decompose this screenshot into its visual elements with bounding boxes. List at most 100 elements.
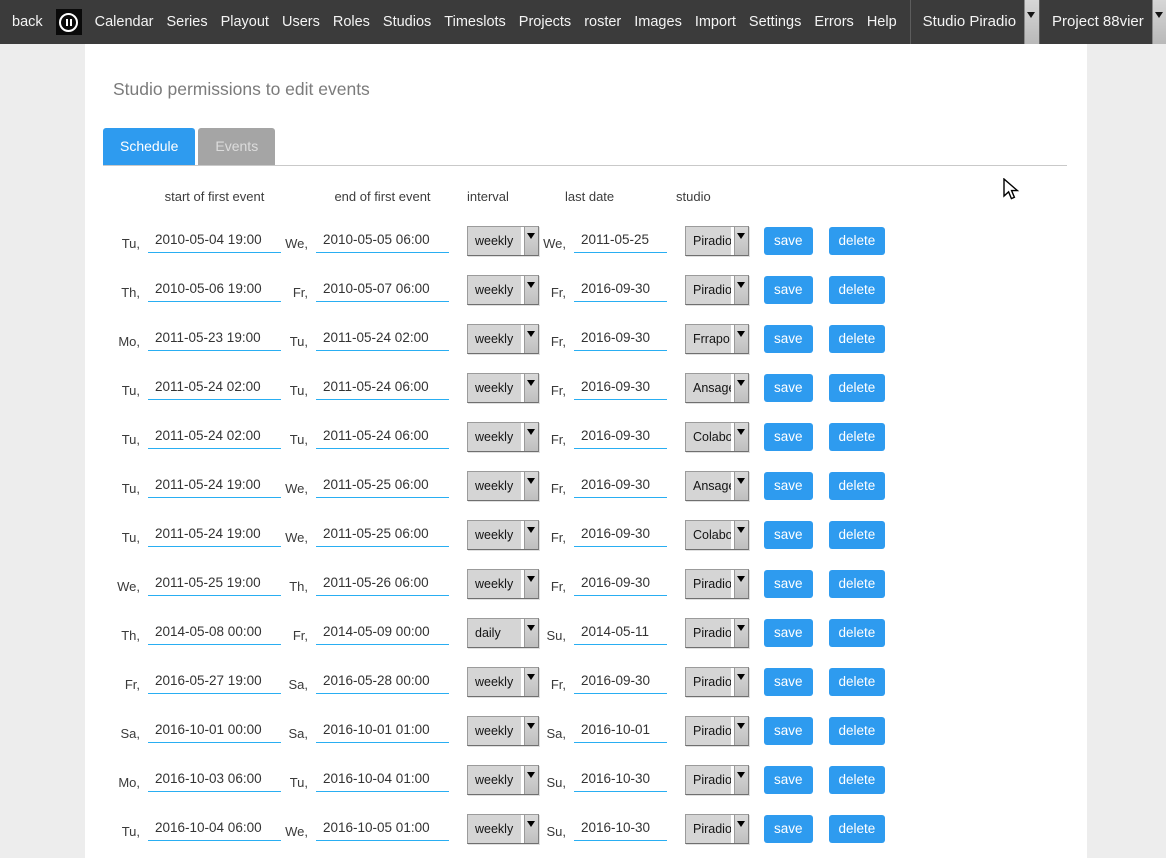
- last-date-input[interactable]: [574, 767, 667, 792]
- studio-select[interactable]: Piradio: [685, 226, 749, 256]
- start-of-first-event-input[interactable]: [148, 620, 281, 645]
- chevron-down-icon[interactable]: [734, 521, 748, 549]
- start-of-first-event-input[interactable]: [148, 424, 281, 449]
- tab-events[interactable]: Events: [198, 128, 275, 165]
- chevron-down-icon[interactable]: [734, 276, 748, 304]
- nav-item-roles[interactable]: Roles: [333, 14, 370, 30]
- interval-select[interactable]: weekly: [467, 716, 539, 746]
- last-date-input[interactable]: [574, 228, 667, 253]
- end-of-first-event-input[interactable]: [316, 277, 449, 302]
- interval-select[interactable]: weekly: [467, 520, 539, 550]
- save-button[interactable]: save: [764, 619, 813, 647]
- chevron-down-icon[interactable]: [734, 619, 748, 647]
- delete-button[interactable]: delete: [829, 276, 886, 304]
- delete-button[interactable]: delete: [829, 472, 886, 500]
- start-of-first-event-input[interactable]: [148, 718, 281, 743]
- chevron-down-icon[interactable]: [734, 423, 748, 451]
- studio-select[interactable]: Colabo: [685, 520, 749, 550]
- chevron-down-icon[interactable]: [524, 374, 538, 402]
- save-button[interactable]: save: [764, 423, 813, 451]
- nav-item-help[interactable]: Help: [867, 14, 897, 30]
- start-of-first-event-input[interactable]: [148, 473, 281, 498]
- chevron-down-icon[interactable]: [524, 619, 538, 647]
- chevron-down-icon[interactable]: [734, 227, 748, 255]
- interval-select[interactable]: weekly: [467, 765, 539, 795]
- end-of-first-event-input[interactable]: [316, 669, 449, 694]
- chevron-down-icon[interactable]: [524, 570, 538, 598]
- end-of-first-event-input[interactable]: [316, 718, 449, 743]
- chevron-down-icon[interactable]: [1024, 0, 1039, 44]
- chevron-down-icon[interactable]: [524, 423, 538, 451]
- last-date-input[interactable]: [574, 375, 667, 400]
- chevron-down-icon[interactable]: [524, 668, 538, 696]
- studio-select[interactable]: Frrapo: [685, 324, 749, 354]
- nav-item-settings[interactable]: Settings: [749, 14, 801, 30]
- chevron-down-icon[interactable]: [524, 227, 538, 255]
- start-of-first-event-input[interactable]: [148, 816, 281, 841]
- save-button[interactable]: save: [764, 815, 813, 843]
- delete-button[interactable]: delete: [829, 227, 886, 255]
- nav-item-import[interactable]: Import: [695, 14, 736, 30]
- save-button[interactable]: save: [764, 766, 813, 794]
- last-date-input[interactable]: [574, 277, 667, 302]
- nav-item-calendar[interactable]: Calendar: [95, 14, 154, 30]
- nav-item-back[interactable]: back: [12, 14, 43, 30]
- chevron-down-icon[interactable]: [734, 766, 748, 794]
- nav-item-timeslots[interactable]: Timeslots: [444, 14, 506, 30]
- delete-button[interactable]: delete: [829, 570, 886, 598]
- chevron-down-icon[interactable]: [734, 570, 748, 598]
- end-of-first-event-input[interactable]: [316, 326, 449, 351]
- studio-select[interactable]: Piradio: [685, 716, 749, 746]
- delete-button[interactable]: delete: [829, 815, 886, 843]
- studio-select[interactable]: Piradio: [685, 275, 749, 305]
- start-of-first-event-input[interactable]: [148, 326, 281, 351]
- save-button[interactable]: save: [764, 227, 813, 255]
- end-of-first-event-input[interactable]: [316, 228, 449, 253]
- nav-item-studios[interactable]: Studios: [383, 14, 431, 30]
- studio-select[interactable]: Ansage: [685, 373, 749, 403]
- chevron-down-icon[interactable]: [524, 472, 538, 500]
- chevron-down-icon[interactable]: [524, 325, 538, 353]
- chevron-down-icon[interactable]: [524, 521, 538, 549]
- nav-item-roster[interactable]: roster: [584, 14, 621, 30]
- delete-button[interactable]: delete: [829, 325, 886, 353]
- interval-select[interactable]: weekly: [467, 471, 539, 501]
- chevron-down-icon[interactable]: [734, 668, 748, 696]
- app-logo-icon[interactable]: [56, 9, 82, 35]
- chevron-down-icon[interactable]: [524, 276, 538, 304]
- last-date-input[interactable]: [574, 816, 667, 841]
- delete-button[interactable]: delete: [829, 521, 886, 549]
- nav-item-projects[interactable]: Projects: [519, 14, 571, 30]
- end-of-first-event-input[interactable]: [316, 375, 449, 400]
- start-of-first-event-input[interactable]: [148, 375, 281, 400]
- studio-select[interactable]: Piradio: [685, 765, 749, 795]
- delete-button[interactable]: delete: [829, 766, 886, 794]
- studio-select[interactable]: Colabo: [685, 422, 749, 452]
- save-button[interactable]: save: [764, 570, 813, 598]
- chevron-down-icon[interactable]: [734, 815, 748, 843]
- start-of-first-event-input[interactable]: [148, 522, 281, 547]
- chevron-down-icon[interactable]: [734, 472, 748, 500]
- last-date-input[interactable]: [574, 669, 667, 694]
- delete-button[interactable]: delete: [829, 717, 886, 745]
- delete-button[interactable]: delete: [829, 374, 886, 402]
- interval-select[interactable]: weekly: [467, 275, 539, 305]
- chevron-down-icon[interactable]: [524, 815, 538, 843]
- last-date-input[interactable]: [574, 473, 667, 498]
- save-button[interactable]: save: [764, 325, 813, 353]
- last-date-input[interactable]: [574, 718, 667, 743]
- chevron-down-icon[interactable]: [734, 325, 748, 353]
- start-of-first-event-input[interactable]: [148, 228, 281, 253]
- chevron-down-icon[interactable]: [734, 374, 748, 402]
- studio-select[interactable]: Piradio: [685, 814, 749, 844]
- last-date-input[interactable]: [574, 424, 667, 449]
- tab-schedule[interactable]: Schedule: [103, 128, 195, 165]
- delete-button[interactable]: delete: [829, 619, 886, 647]
- studio-select[interactable]: Studio Piradio: [910, 0, 1039, 44]
- studio-select[interactable]: Ansage: [685, 471, 749, 501]
- last-date-input[interactable]: [574, 326, 667, 351]
- chevron-down-icon[interactable]: [734, 717, 748, 745]
- end-of-first-event-input[interactable]: [316, 424, 449, 449]
- nav-item-playout[interactable]: Playout: [221, 14, 269, 30]
- start-of-first-event-input[interactable]: [148, 571, 281, 596]
